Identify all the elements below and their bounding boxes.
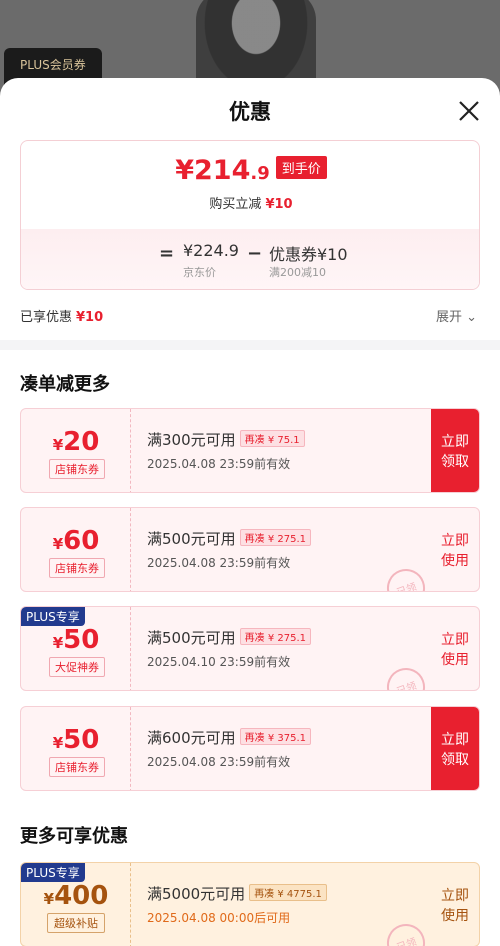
coupon-amount: ¥50 <box>21 625 131 655</box>
section-title-more-discount: 凑单减更多 <box>20 374 110 395</box>
close-icon <box>459 101 479 121</box>
coupon-card: PLUS专享 ¥400 超级补贴 满5000元可用 再凑 ¥ 4775.1 2025.04… <box>20 862 480 946</box>
amount-needed-badge: 再凑 ¥ 375.1 <box>239 728 311 745</box>
claimed-stamp: 已领 <box>381 563 431 591</box>
jd-price-value: ¥224.9 <box>183 241 239 260</box>
plus-exclusive-badge: PLUS专享 <box>21 863 85 882</box>
claim-coupon-button[interactable]: 立即 领取 <box>431 409 479 492</box>
coupon-amount-value: 50 <box>63 725 100 755</box>
coupon-amount-value: 50 <box>63 625 100 655</box>
coupon-condition-text: 满5000元可用 <box>147 885 246 903</box>
section-title-more-offers: 更多可享优惠 <box>20 826 128 847</box>
coupon-validity: 2025.04.08 23:59前有效 <box>147 556 291 570</box>
jd-price-label: 京东价 <box>183 266 216 279</box>
coupon-action-label: 立即 领取 <box>441 731 469 768</box>
coupon-condition-text: 满300元可用 <box>147 431 236 449</box>
price-summary-card: ¥214.9 到手价 购买立减 ¥10 = ¥224.9 京东价 − 优惠券¥10 … <box>20 140 480 290</box>
section-divider <box>0 340 500 350</box>
enjoyed-label: 已享优惠 <box>20 310 73 325</box>
coupon-condition-text: 满600元可用 <box>147 729 236 747</box>
coupon-condition-text: 满500元可用 <box>147 530 236 548</box>
currency-symbol: ¥ <box>52 634 64 652</box>
price-tag-badge: 到手价 <box>275 156 327 179</box>
coupon-validity: 2025.04.08 23:59前有效 <box>147 755 291 769</box>
use-coupon-button[interactable]: 立即 使用 <box>431 508 479 591</box>
coupon-value-panel: PLUS专享 ¥400 超级补贴 <box>21 863 131 946</box>
coupon-amount-value: 20 <box>63 427 100 457</box>
coupon-action-label: 立即 使用 <box>441 532 469 569</box>
coupon-card: ¥50 店铺东券 满600元可用 再凑 ¥ 375.1 2025.04.08 23:59… <box>20 706 480 791</box>
coupon-validity: 2025.04.08 23:59前有效 <box>147 457 291 471</box>
coupon-type-badge: 超级补贴 <box>47 913 105 933</box>
claimed-stamp: 已领 <box>381 662 431 690</box>
coupon-type-badge: 店铺东券 <box>49 558 105 578</box>
instant-discount-value: ¥10 <box>265 197 293 212</box>
instant-discount: 购买立减 ¥10 <box>21 193 479 212</box>
use-coupon-button[interactable]: 立即 使用 <box>431 607 479 690</box>
final-price-decimal: .9 <box>250 163 270 184</box>
amount-needed-badge: 再凑 ¥ 75.1 <box>239 430 305 447</box>
coupon-amount: ¥60 <box>21 526 131 556</box>
coupon-condition: 满500元可用 再凑 ¥ 275.1 <box>147 528 311 549</box>
plus-card-label: PLUS会员券 <box>20 58 86 72</box>
coupon-condition: 满500元可用 再凑 ¥ 275.1 <box>147 627 311 648</box>
currency-symbol: ¥ <box>52 535 64 553</box>
coupon-amount: ¥20 <box>21 427 131 457</box>
coupon-card: ¥60 店铺东券 满500元可用 再凑 ¥ 275.1 2025.04.08 23:59… <box>20 507 480 592</box>
discount-sheet: 优惠 ¥214.9 到手价 购买立减 ¥10 = ¥224.9 京东价 − 优惠券¥… <box>0 78 500 946</box>
minus-sign: − <box>247 243 263 264</box>
price-breakdown: = ¥224.9 京东价 − 优惠券¥10 满200减10 <box>21 229 479 289</box>
amount-needed-badge: 再凑 ¥ 275.1 <box>239 628 311 645</box>
coupon-card: ¥20 店铺东券 满300元可用 再凑 ¥ 75.1 2025.04.08 23:59前… <box>20 408 480 493</box>
coupon-value-panel: ¥20 店铺东券 <box>21 409 131 492</box>
coupon-discount-value: 优惠券¥10 <box>269 245 348 264</box>
coupon-condition-text: 满500元可用 <box>147 629 236 647</box>
plus-exclusive-badge: PLUS专享 <box>21 607 85 626</box>
coupon-validity: 2025.04.08 00:00后可用 <box>147 911 291 925</box>
final-price: ¥214.9 到手价 <box>21 155 479 186</box>
coupon-card: PLUS专享 ¥50 大促神券 满500元可用 再凑 ¥ 275.1 2025.04.10… <box>20 606 480 691</box>
coupon-condition: 满300元可用 再凑 ¥ 75.1 <box>147 429 305 450</box>
equals-sign: = <box>159 243 175 264</box>
coupon-amount-value: 400 <box>54 881 109 911</box>
coupon-value-panel: ¥50 店铺东券 <box>21 707 131 790</box>
use-coupon-button[interactable]: 立即 使用 <box>431 863 479 946</box>
expand-button[interactable]: 展开 ⌄ <box>436 306 477 325</box>
currency-symbol: ¥ <box>52 436 64 454</box>
claim-coupon-button[interactable]: 立即 领取 <box>431 707 479 790</box>
coupon-action-label: 立即 领取 <box>441 433 469 470</box>
claimed-stamp: 已领 <box>381 918 431 946</box>
sheet-title: 优惠 <box>229 100 271 124</box>
coupon-action-label: 立即 使用 <box>441 631 469 668</box>
coupon-value-panel: ¥60 店铺东券 <box>21 508 131 591</box>
enjoyed-value: ¥10 <box>76 310 104 325</box>
coupon-action-label: 立即 使用 <box>441 887 469 924</box>
coupon-validity: 2025.04.10 23:59前有效 <box>147 655 291 669</box>
coupon-type-badge: 店铺东券 <box>49 757 105 777</box>
amount-needed-badge: 再凑 ¥ 275.1 <box>239 529 311 546</box>
final-price-integer: ¥214 <box>175 155 251 186</box>
coupon-condition: 满600元可用 再凑 ¥ 375.1 <box>147 727 311 748</box>
coupon-condition: 满200减10 <box>269 266 326 279</box>
coupon-amount: ¥400 <box>21 881 131 911</box>
currency-symbol: ¥ <box>52 734 64 752</box>
coupon-amount-value: 60 <box>63 526 100 556</box>
coupon-type-badge: 大促神券 <box>49 657 105 677</box>
coupon-type-badge: 店铺东券 <box>49 459 105 479</box>
amount-needed-badge: 再凑 ¥ 4775.1 <box>249 884 327 901</box>
coupon-amount: ¥50 <box>21 725 131 755</box>
enjoyed-discount: 已享优惠 ¥10 <box>20 306 103 325</box>
coupon-value-panel: PLUS专享 ¥50 大促神券 <box>21 607 131 690</box>
coupon-condition: 满5000元可用 再凑 ¥ 4775.1 <box>147 883 327 904</box>
currency-symbol: ¥ <box>43 890 55 908</box>
instant-discount-label: 购买立减 <box>209 197 262 212</box>
close-button[interactable] <box>452 94 486 128</box>
